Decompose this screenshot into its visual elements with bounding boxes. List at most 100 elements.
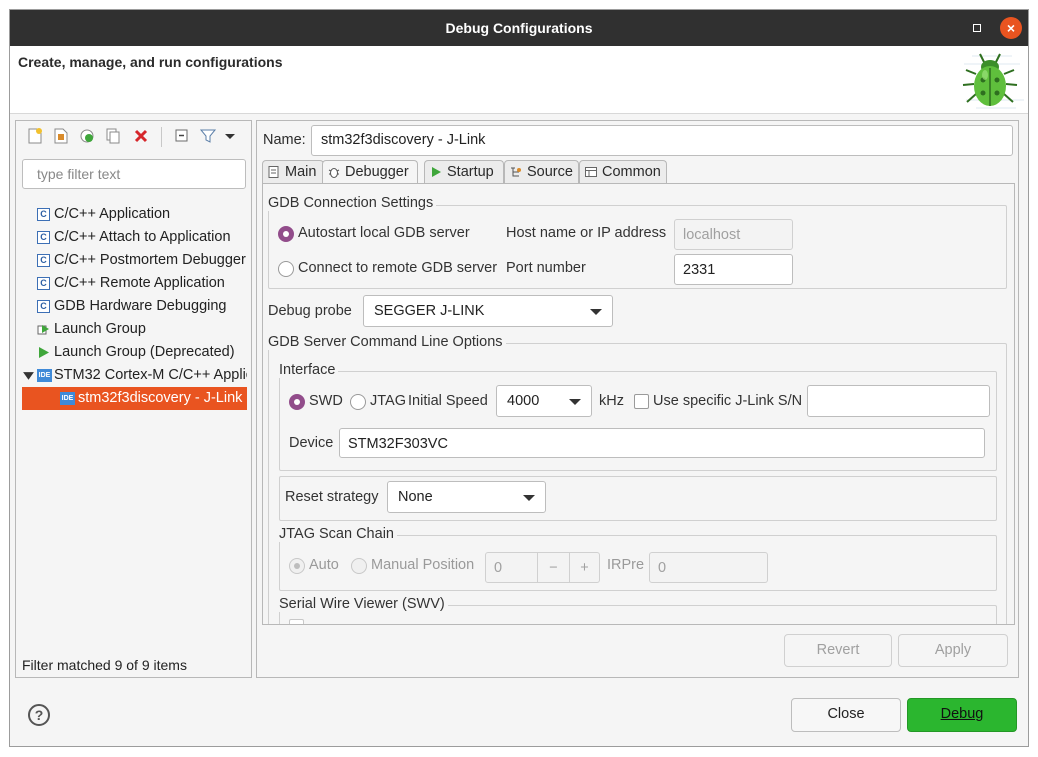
ide-icon: IDE [37,369,52,382]
host-input[interactable]: localhost [674,219,793,250]
irpre-label: IRPre [607,557,645,573]
port-input[interactable]: 2331 [674,254,793,285]
tree-item-launch-group[interactable]: Launch Group [22,318,247,341]
tree-item-launch-group-deprecated[interactable]: Launch Group (Deprecated) [22,341,247,364]
new-prototype-icon[interactable] [52,127,70,145]
expanded-arrow-icon[interactable] [22,370,35,383]
tree-item-stm32f3discovery-jlink[interactable]: IDE stm32f3discovery - J-Link [22,387,247,410]
banner-title: Create, manage, and run configurations [18,54,283,70]
device-input[interactable]: STM32F303VC [339,428,985,458]
server-options-title: GDB Server Command Line Options [268,334,506,350]
debugger-tab-content: GDB Connection Settings Autostart local … [262,183,1015,625]
tab-strip: Main Debugger Startup Source Common [262,160,1015,184]
view-menu-chevron-down-icon[interactable] [221,127,239,145]
tree-item-c-application[interactable]: C C/C++ Application [22,203,247,226]
increment-plus-icon[interactable]: + [569,553,599,582]
tab-common[interactable]: Common [579,160,667,183]
reset-strategy-value: None [398,489,433,505]
tree-item-label: C/C++ Application [54,206,171,222]
delete-icon[interactable] [132,127,150,145]
tree-toolbar [16,121,251,153]
chevron-down-icon [590,309,602,315]
specific-sn-checkbox[interactable] [634,394,649,409]
new-configuration-icon[interactable] [26,127,44,145]
maximize-icon [973,24,981,32]
name-label: Name: [263,132,306,148]
connect-remote-radio[interactable] [278,261,294,277]
debug-configurations-window: Debug Configurations × Create, manage, a… [9,9,1029,747]
swd-radio[interactable] [289,394,305,410]
configuration-tree-pane: type filter text C C/C++ Application C C… [15,120,252,678]
apply-button[interactable]: Apply [898,634,1008,667]
collapse-all-icon[interactable] [173,127,191,145]
export-configuration-icon[interactable] [78,127,96,145]
toolbar-separator [161,127,162,147]
tab-label: Source [527,164,573,180]
configuration-editor-pane: Name: stm32f3discovery - J-Link Main Deb… [256,120,1019,678]
tree-item-label: C/C++ Remote Application [54,275,225,291]
tree-item-label: Launch Group [54,321,146,337]
launch-group-icon [37,325,49,335]
swd-label: SWD [309,393,343,409]
filter-status: Filter matched 9 of 9 items [22,657,187,673]
decrement-minus-icon[interactable]: − [537,553,569,582]
debug-button[interactable]: Debug [907,698,1017,732]
name-input[interactable]: stm32f3discovery - J-Link [311,125,1013,156]
jtag-radio[interactable] [350,394,366,410]
tab-startup[interactable]: Startup [424,160,504,183]
header-banner: Create, manage, and run configurations [10,46,1028,114]
initial-speed-value: 4000 [507,393,540,409]
c-app-icon: C [37,231,50,244]
tree-item-gdb-hardware[interactable]: C GDB Hardware Debugging [22,295,247,318]
filter-icon[interactable] [199,127,217,145]
reset-strategy-select[interactable]: None [387,481,546,513]
tab-label: Debugger [345,164,409,180]
tree-item-label: GDB Hardware Debugging [54,298,227,314]
tree-item-c-remote[interactable]: C C/C++ Remote Application [22,272,247,295]
tab-label: Startup [447,164,494,180]
filter-input[interactable]: type filter text [22,159,246,189]
c-app-icon: C [37,277,50,290]
tab-main[interactable]: Main [262,160,324,183]
autostart-radio[interactable] [278,226,294,242]
port-label: Port number [506,260,586,276]
startup-play-icon [432,167,441,177]
close-window-button[interactable]: × [1000,17,1022,39]
duplicate-icon[interactable] [104,127,122,145]
configuration-tree: C C/C++ Application C C/C++ Attach to Ap… [22,201,247,601]
debug-probe-value: SEGGER J-LINK [374,303,485,319]
tab-source[interactable]: Source [504,160,579,183]
title-bar: Debug Configurations × [10,10,1028,46]
help-icon[interactable]: ? [28,704,50,726]
host-label: Host name or IP address [506,225,667,241]
common-tab-icon [585,167,597,177]
jtag-label: JTAG [370,393,406,409]
initial-speed-select[interactable]: 4000 [496,385,592,417]
revert-button[interactable]: Revert [784,634,892,667]
swv-title: Serial Wire Viewer (SWV) [279,596,448,612]
auto-radio[interactable] [289,558,305,574]
tree-item-label: C/C++ Postmortem Debugger [54,252,246,268]
main-tab-icon [268,166,279,178]
c-app-icon: C [37,254,50,267]
tree-item-c-attach[interactable]: C C/C++ Attach to Application [22,226,247,249]
tree-item-label: STM32 Cortex-M C/C++ Application [54,367,247,383]
c-app-icon: C [37,300,50,313]
jtag-scan-chain-title: JTAG Scan Chain [279,526,397,542]
tree-item-stm32-cortex-m[interactable]: IDE STM32 Cortex-M C/C++ Application [22,364,247,387]
sn-input[interactable] [807,385,990,417]
interface-title: Interface [279,362,339,378]
position-spinner[interactable]: 0 − + [485,552,600,583]
speed-unit-label: kHz [599,393,624,409]
tab-debugger[interactable]: Debugger [322,160,418,184]
debug-probe-select[interactable]: SEGGER J-LINK [363,295,613,327]
swv-enable-checkbox[interactable] [289,619,304,624]
manual-position-radio[interactable] [351,558,367,574]
irpre-input[interactable]: 0 [649,552,768,583]
tree-item-label: Launch Group (Deprecated) [54,344,235,360]
maximize-button[interactable] [969,20,985,36]
tree-item-c-postmortem[interactable]: C C/C++ Postmortem Debugger [22,249,247,272]
autostart-label: Autostart local GDB server [298,225,470,241]
close-button[interactable]: Close [791,698,901,732]
tree-item-label: stm32f3discovery - J-Link [78,390,243,406]
